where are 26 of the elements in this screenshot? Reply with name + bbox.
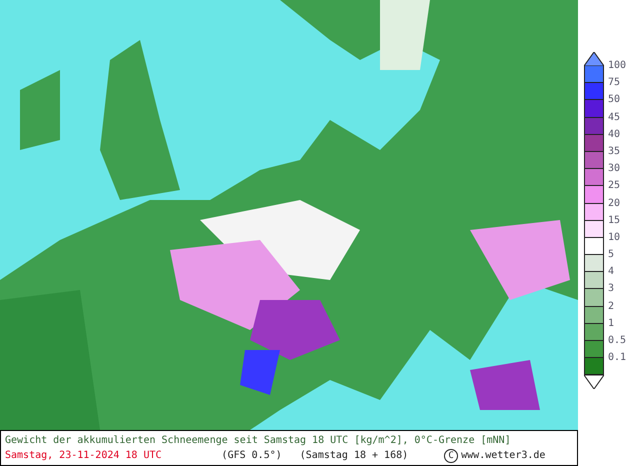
legend-label: 25	[608, 181, 620, 192]
legend-bottom-triangle-icon	[584, 375, 604, 390]
run-text: (Samstag 18 + 168)	[300, 450, 408, 461]
legend-label: 3	[608, 284, 614, 294]
legend-label: 40	[608, 130, 620, 140]
legend-label: 30	[608, 164, 620, 174]
legend-top-triangle-icon	[584, 52, 604, 66]
legend-label: 35	[608, 146, 620, 157]
legend-label: 0.5	[608, 336, 626, 346]
legend-label: 1	[608, 318, 614, 329]
legend-label: 50	[608, 95, 620, 106]
legend-label: 45	[608, 112, 620, 123]
model-text: (GFS 0.5°)	[222, 450, 282, 461]
legend-label: 4	[608, 267, 614, 278]
legend-label: 2	[608, 302, 614, 312]
caption-title: Gewicht der akkumulierten Schneemenge seit Samstag 18 UTC [kg/m^2], 0°C-Grenze [mNN]	[5, 434, 512, 446]
legend-label: 100	[608, 61, 626, 71]
date-text: Samstag, 23-11-2024 18 UTC	[5, 450, 162, 461]
website-text: www.wetter3.de	[461, 450, 546, 461]
legend-label: 10	[608, 232, 620, 243]
legend-label: 15	[608, 216, 620, 226]
copyright-icon: C	[444, 448, 458, 462]
legend-label: 20	[608, 198, 620, 208]
legend-label: 75	[608, 78, 620, 88]
legend-label: 5	[608, 250, 614, 260]
legend-label: 0.1	[608, 353, 626, 364]
